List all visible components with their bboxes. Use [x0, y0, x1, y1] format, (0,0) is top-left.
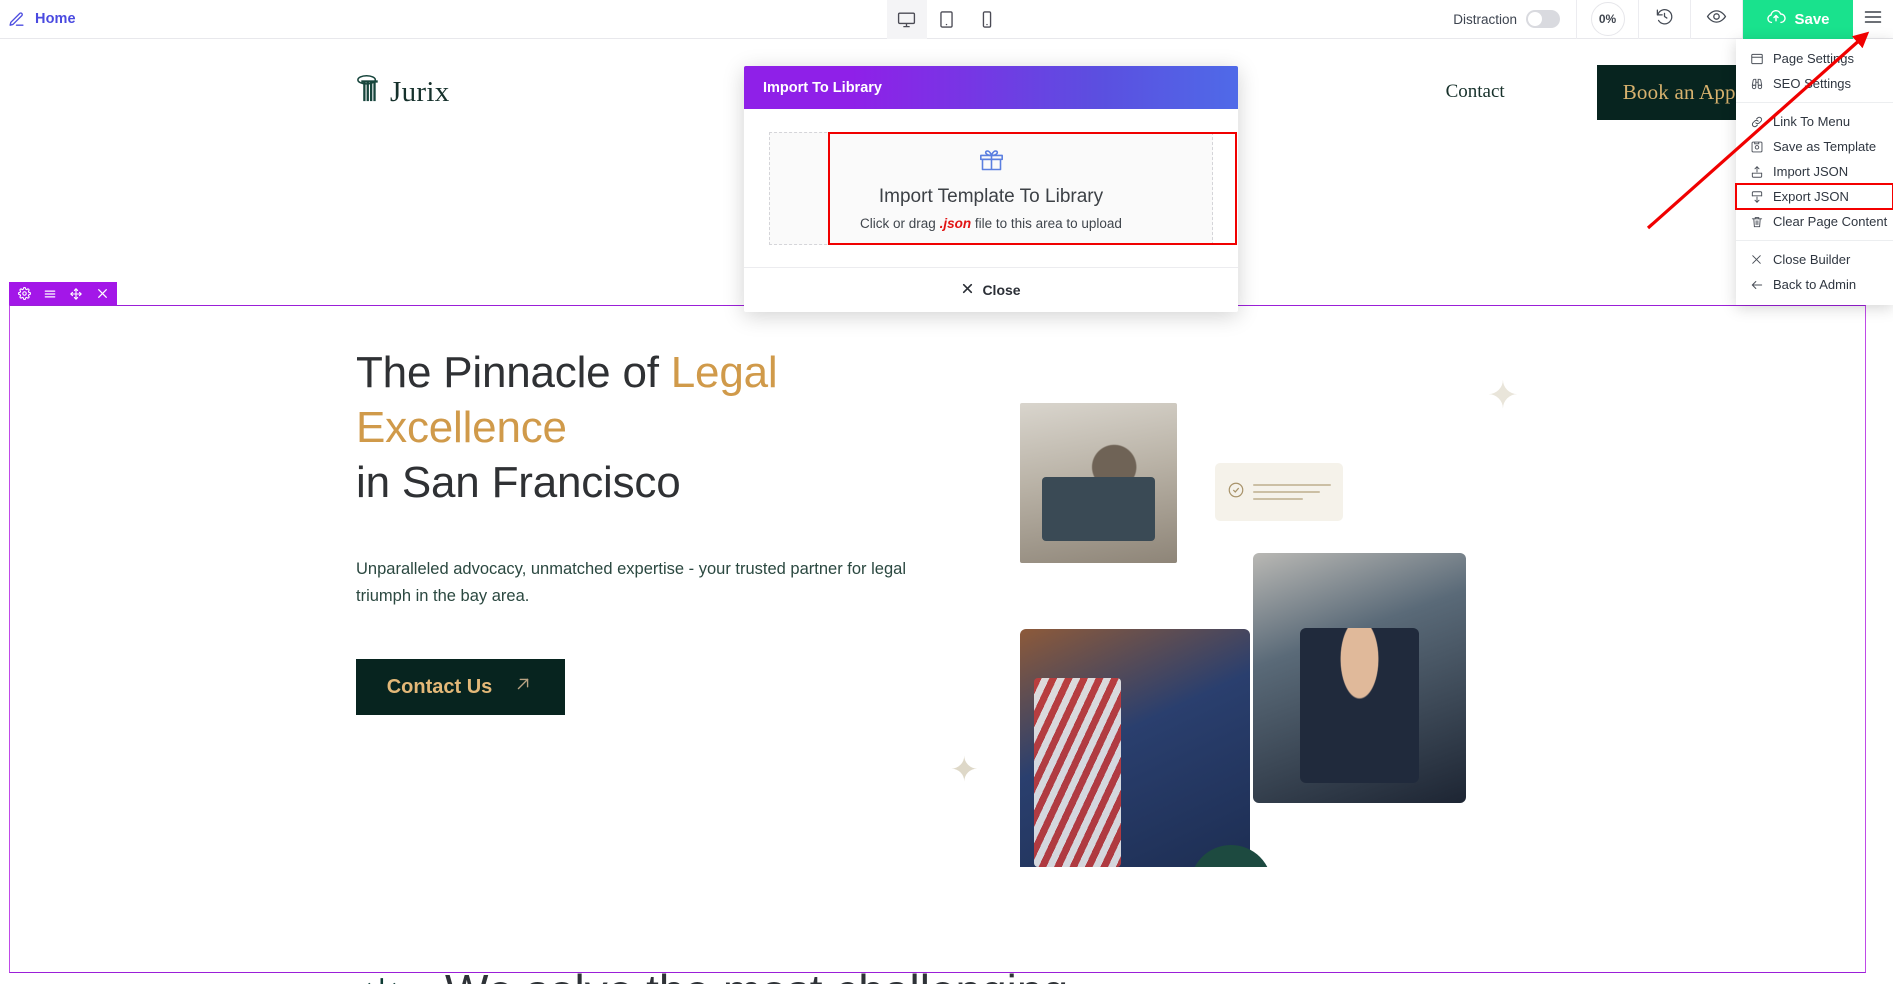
menu-item-import-json[interactable]: Import JSON: [1736, 159, 1893, 184]
menu-label: Back to Admin: [1773, 277, 1856, 292]
modal-close-button[interactable]: Close: [961, 282, 1020, 298]
page-title[interactable]: Home: [35, 11, 76, 27]
modal-close-label: Close: [982, 282, 1020, 298]
menu-label: Link To Menu: [1773, 114, 1850, 129]
menu-label: SEO Settings: [1773, 76, 1851, 91]
modal-body: Import Template To Library Click or drag…: [744, 109, 1238, 267]
check-circle-icon: [1227, 481, 1245, 504]
device-mobile-button[interactable]: [967, 0, 1007, 39]
decor-checklist-card: [1215, 463, 1343, 521]
menu-item-clear-page-content[interactable]: Clear Page Content: [1736, 209, 1893, 234]
history-revert-icon: [1655, 7, 1674, 31]
topbar-right: Distraction 0% Save: [1443, 0, 1893, 39]
menu-item-link-to-menu[interactable]: Link To Menu: [1736, 109, 1893, 134]
cloud-upload-icon: [1766, 7, 1786, 31]
distraction-toggle[interactable]: [1526, 10, 1560, 28]
gear-icon[interactable]: [11, 282, 37, 305]
save-label: Save: [1794, 11, 1829, 28]
arrow-up-right-icon: [512, 673, 534, 701]
nav-item-contact[interactable]: Contact: [1446, 81, 1505, 103]
pencil-icon: [8, 11, 25, 28]
menu-item-page-settings[interactable]: Page Settings: [1736, 46, 1893, 71]
section-toolbar: [9, 282, 117, 305]
x-icon: [961, 282, 974, 298]
history-revert-button[interactable]: [1639, 0, 1691, 39]
link-icon: [1749, 114, 1764, 129]
menu-label: Import JSON: [1773, 164, 1848, 179]
eye-preview-icon: [1706, 6, 1727, 32]
modal-header: Import To Library: [744, 66, 1238, 109]
menu-group-exit: Close Builder Back to Admin: [1736, 245, 1893, 299]
builder-topbar: Home Distraction 0%: [0, 0, 1893, 39]
menu-item-close-builder[interactable]: Close Builder: [1736, 247, 1893, 272]
column-pillar-icon: [355, 74, 384, 110]
hero-heading-line2: in San Francisco: [356, 458, 681, 507]
app-root: Home Distraction 0%: [0, 0, 1893, 984]
page-settings-icon: [1749, 51, 1764, 66]
menu-group-settings: Page Settings SEO Settings: [1736, 44, 1893, 98]
binoculars-icon: [1749, 76, 1764, 91]
hamburger-menu-icon: [1863, 7, 1883, 32]
progress-indicator: 0%: [1577, 0, 1639, 39]
menu-item-back-to-admin[interactable]: Back to Admin: [1736, 272, 1893, 297]
save-disk-icon: [1749, 139, 1764, 154]
menu-item-export-json[interactable]: Export JSON: [1736, 184, 1893, 209]
menu-label: Close Builder: [1773, 252, 1850, 267]
decor-note-lines: [1253, 484, 1331, 500]
hero-image-meeting: [1253, 553, 1466, 803]
asterisk-star-icon: ✳: [360, 969, 404, 984]
trash-icon: [1749, 214, 1764, 229]
site-brand-name: Jurix: [390, 76, 450, 109]
dropzone-hint: Click or drag .json file to this area to…: [860, 216, 1122, 231]
gift-box-import-icon: [978, 147, 1005, 179]
hero-heading: The Pinnacle of Legal Excellence in San …: [356, 345, 976, 510]
menu-label: Clear Page Content: [1773, 214, 1887, 229]
modal-footer: Close: [744, 267, 1238, 312]
site-logo[interactable]: Jurix: [355, 74, 450, 110]
menu-divider: [1736, 240, 1893, 241]
progress-value: 0%: [1591, 2, 1625, 36]
menu-label: Page Settings: [1773, 51, 1854, 66]
list-icon[interactable]: [37, 282, 63, 305]
menu-label: Save as Template: [1773, 139, 1876, 154]
menu-item-save-as-template[interactable]: Save as Template: [1736, 134, 1893, 159]
close-x-icon: [1749, 252, 1764, 267]
bottom-section-heading: We solve the most challenging: [445, 964, 1068, 984]
builder-options-menu: Page Settings SEO Settings Link To Menu: [1736, 39, 1893, 305]
hero-heading-line1-plain: The Pinnacle of: [356, 348, 671, 397]
preview-button[interactable]: [1691, 0, 1743, 39]
save-button[interactable]: Save: [1743, 0, 1853, 39]
decor-sparkle-1: ✦: [1487, 373, 1519, 418]
import-dropzone[interactable]: Import Template To Library Click or drag…: [769, 132, 1213, 245]
hero-image-office: [1020, 403, 1177, 563]
hero-subtext: Unparalleled advocacy, unmatched experti…: [356, 556, 926, 609]
device-tablet-button[interactable]: [927, 0, 967, 39]
menu-item-seo-settings[interactable]: SEO Settings: [1736, 71, 1893, 96]
topbar-left: Home: [0, 11, 300, 28]
move-arrows-icon[interactable]: [63, 282, 89, 305]
dropzone-hint-extension: .json: [940, 216, 972, 231]
menu-label: Export JSON: [1773, 189, 1849, 204]
contact-us-label: Contact Us: [387, 676, 493, 699]
hamburger-menu-button[interactable]: [1853, 0, 1893, 39]
distraction-label: Distraction: [1453, 12, 1517, 27]
decor-sparkle-2: ✦: [950, 750, 979, 790]
menu-group-actions: Link To Menu Save as Template Import JSO…: [1736, 107, 1893, 236]
dropzone-title: Import Template To Library: [879, 186, 1103, 208]
arrow-left-icon: [1749, 277, 1764, 292]
modal-title: Import To Library: [763, 80, 882, 96]
device-switcher: [887, 0, 1007, 39]
close-x-icon[interactable]: [89, 282, 115, 305]
menu-divider: [1736, 102, 1893, 103]
dropzone-hint-after: file to this area to upload: [971, 216, 1122, 231]
contact-us-button[interactable]: Contact Us: [356, 659, 565, 715]
dropzone-hint-before: Click or drag: [860, 216, 940, 231]
hero-text-block: The Pinnacle of Legal Excellence in San …: [356, 345, 976, 715]
device-desktop-button[interactable]: [887, 0, 927, 39]
import-to-library-modal: Import To Library Import Template To Lib…: [744, 66, 1238, 312]
distraction-mode-control[interactable]: Distraction: [1443, 0, 1577, 39]
export-icon: [1749, 189, 1764, 204]
import-icon: [1749, 164, 1764, 179]
